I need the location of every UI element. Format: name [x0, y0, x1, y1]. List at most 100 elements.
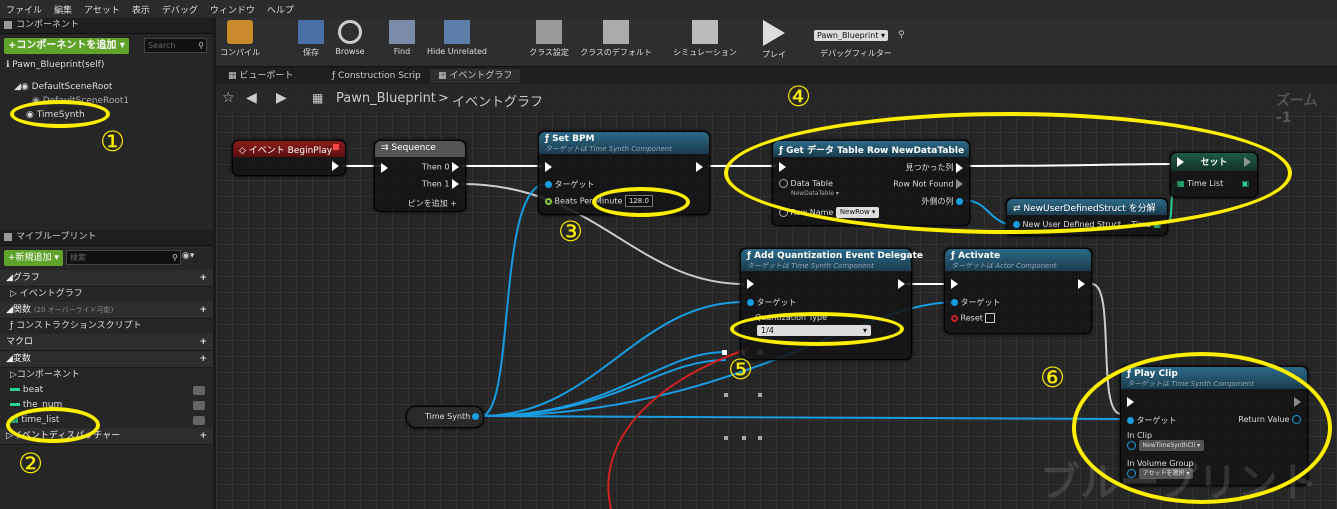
target-wire	[480, 415, 1122, 420]
add-component-button[interactable]: +コンポーネントを追加 ▾	[4, 38, 129, 54]
exec-out-pin[interactable]	[898, 279, 905, 289]
plus-icon[interactable]: +	[199, 302, 207, 318]
annotation-ellipse-2	[6, 407, 100, 443]
tab-label: Construction Scrip	[338, 71, 421, 81]
eye-icon[interactable]	[193, 401, 205, 410]
tab-construction-script[interactable]: ƒ Construction Scrip	[324, 69, 429, 83]
find-button[interactable]: Find	[388, 20, 416, 56]
target-pin[interactable]: ターゲット	[545, 179, 595, 190]
menu-window[interactable]: ウィンドウ	[204, 0, 261, 16]
compile-button[interactable]: コンパイル	[220, 20, 260, 58]
components-toolbar: +コンポーネントを追加 ▾ Search ⚲	[0, 34, 213, 58]
menu-asset[interactable]: アセット	[78, 0, 126, 16]
components-panel-header: コンポーネント	[0, 18, 213, 34]
play-icon	[763, 20, 785, 46]
node-activate[interactable]: ƒ Activate ターゲットは Actor Component ターゲット R…	[944, 248, 1092, 334]
add-new-button[interactable]: +新規追加 ▾	[4, 250, 63, 266]
then0-pin[interactable]: Then 0	[422, 162, 459, 172]
category-label: 変数	[12, 354, 31, 364]
compile-icon	[227, 20, 253, 44]
then1-pin[interactable]: Then 1	[422, 179, 459, 189]
item-event-graph[interactable]: ▷ イベントグラフ	[0, 287, 213, 302]
components-panel-title: コンポーネント	[16, 20, 80, 30]
reroute-knot[interactable]	[722, 350, 727, 355]
annotation-number-4: ④	[786, 80, 812, 113]
annotation-ellipse-6	[1072, 352, 1332, 504]
plus-icon[interactable]: +	[199, 351, 207, 367]
mybp-search-input[interactable]: 検索 ⚲	[66, 250, 181, 265]
class-defaults-label: クラスのデフォルト	[580, 48, 652, 57]
play-button[interactable]: プレイ	[754, 20, 794, 60]
delegate-pin[interactable]	[333, 144, 339, 150]
tree-item-defaultsceneroot[interactable]: ◢◉ DefaultSceneRoot	[0, 80, 213, 94]
simulation-button[interactable]: シミュレーション	[672, 20, 738, 58]
exec-in-pin[interactable]	[951, 279, 958, 289]
annotation-ellipse-4	[724, 112, 1292, 234]
getter-out-pin[interactable]	[472, 412, 479, 421]
eye-icon[interactable]	[193, 416, 205, 425]
exec-out-pin[interactable]	[1078, 279, 1085, 289]
menu-edit[interactable]: 編集	[48, 0, 78, 16]
item-label: コンポーネント	[16, 370, 80, 380]
exec-in-pin[interactable]	[747, 279, 754, 289]
save-button[interactable]: 保存	[298, 20, 324, 58]
reroute-knot[interactable]	[742, 436, 746, 440]
browse-button[interactable]: Browse	[332, 20, 368, 56]
eye-icon[interactable]: ◉▾	[182, 251, 194, 261]
hide-unrelated-button[interactable]: Hide Unrelated	[426, 20, 488, 56]
item-construction-script[interactable]: ƒ コンストラクションスクリプト	[0, 319, 213, 334]
self-item[interactable]: ℹ Pawn_Blueprint(self)	[0, 58, 213, 72]
annotation-number-2: ②	[18, 447, 44, 480]
item-components[interactable]: ▷コンポーネント	[0, 368, 213, 383]
category-label: 関数	[12, 305, 31, 315]
mybp-search-placeholder: 検索	[70, 253, 86, 262]
annotation-number-6: ⑥	[1040, 361, 1066, 394]
plus-icon[interactable]: +	[199, 270, 207, 286]
node-title-text: Add Quantization Event Delegate	[754, 251, 924, 261]
browse-label: Browse	[335, 47, 365, 56]
tab-label: ビューポート	[239, 71, 294, 81]
plus-icon[interactable]: +	[199, 334, 207, 350]
category-graphs[interactable]: ◢グラフ +	[0, 270, 213, 287]
menu-help[interactable]: ヘルプ	[261, 0, 300, 16]
node-sequence[interactable]: ⇉ Sequence Then 0 Then 1 ピンを追加 +	[374, 140, 466, 212]
target-pin[interactable]: ターゲット	[951, 297, 1001, 308]
class-defaults-button[interactable]: クラスのデフォルト	[580, 20, 652, 58]
reroute-knot[interactable]	[758, 393, 762, 397]
add-pin-button[interactable]: ピンを追加 +	[408, 198, 457, 209]
annotation-ellipse-3	[592, 187, 690, 217]
category-functions[interactable]: ◢関数 (20 オーバーライド可能) +	[0, 302, 213, 319]
menu-debug[interactable]: デバッグ	[156, 0, 204, 16]
reset-checkbox[interactable]	[985, 313, 996, 323]
mybp-panel-header: マイブループリント	[0, 230, 213, 246]
eye-icon[interactable]	[193, 386, 205, 395]
exec-out-pin[interactable]	[696, 162, 703, 172]
menu-view[interactable]: 表示	[126, 0, 156, 16]
reroute-knot[interactable]	[724, 436, 728, 440]
exec-out-pin[interactable]	[332, 161, 339, 171]
node-title-text: Sequence	[391, 143, 436, 153]
target-wire	[480, 183, 547, 417]
tab-viewport[interactable]: ▦ ビューポート	[220, 69, 301, 83]
class-settings-button[interactable]: クラス設定	[526, 20, 572, 58]
node-title: ◇ イベント BeginPlay	[239, 146, 333, 156]
node-time-synth-getter[interactable]: Time Synth	[406, 406, 484, 428]
exec-in-pin[interactable]	[381, 163, 388, 173]
category-variables[interactable]: ◢変数 +	[0, 351, 213, 368]
reset-pin[interactable]: Reset	[951, 313, 996, 323]
components-search-input[interactable]: Search ⚲	[144, 38, 207, 53]
variable-row[interactable]: beat	[0, 383, 213, 398]
node-event-beginplay[interactable]: ◇ イベント BeginPlay	[232, 140, 346, 176]
reroute-knot[interactable]	[758, 436, 762, 440]
annotation-ellipse-1	[10, 100, 110, 128]
category-macros[interactable]: マクロ +	[0, 334, 213, 351]
target-pin[interactable]: ターゲット	[747, 297, 797, 308]
menu-file[interactable]: ファイル	[0, 0, 48, 16]
debug-object-select[interactable]: Pawn_Blueprint ▾	[814, 30, 889, 41]
item-label: コンストラクションスクリプト	[16, 321, 142, 331]
exec-in-pin[interactable]	[545, 162, 552, 172]
search-icon[interactable]: ⚲	[898, 30, 905, 40]
tab-event-graph[interactable]: ▦ イベントグラフ	[430, 69, 521, 83]
plus-icon[interactable]: +	[199, 428, 207, 444]
reroute-knot[interactable]	[724, 393, 728, 397]
